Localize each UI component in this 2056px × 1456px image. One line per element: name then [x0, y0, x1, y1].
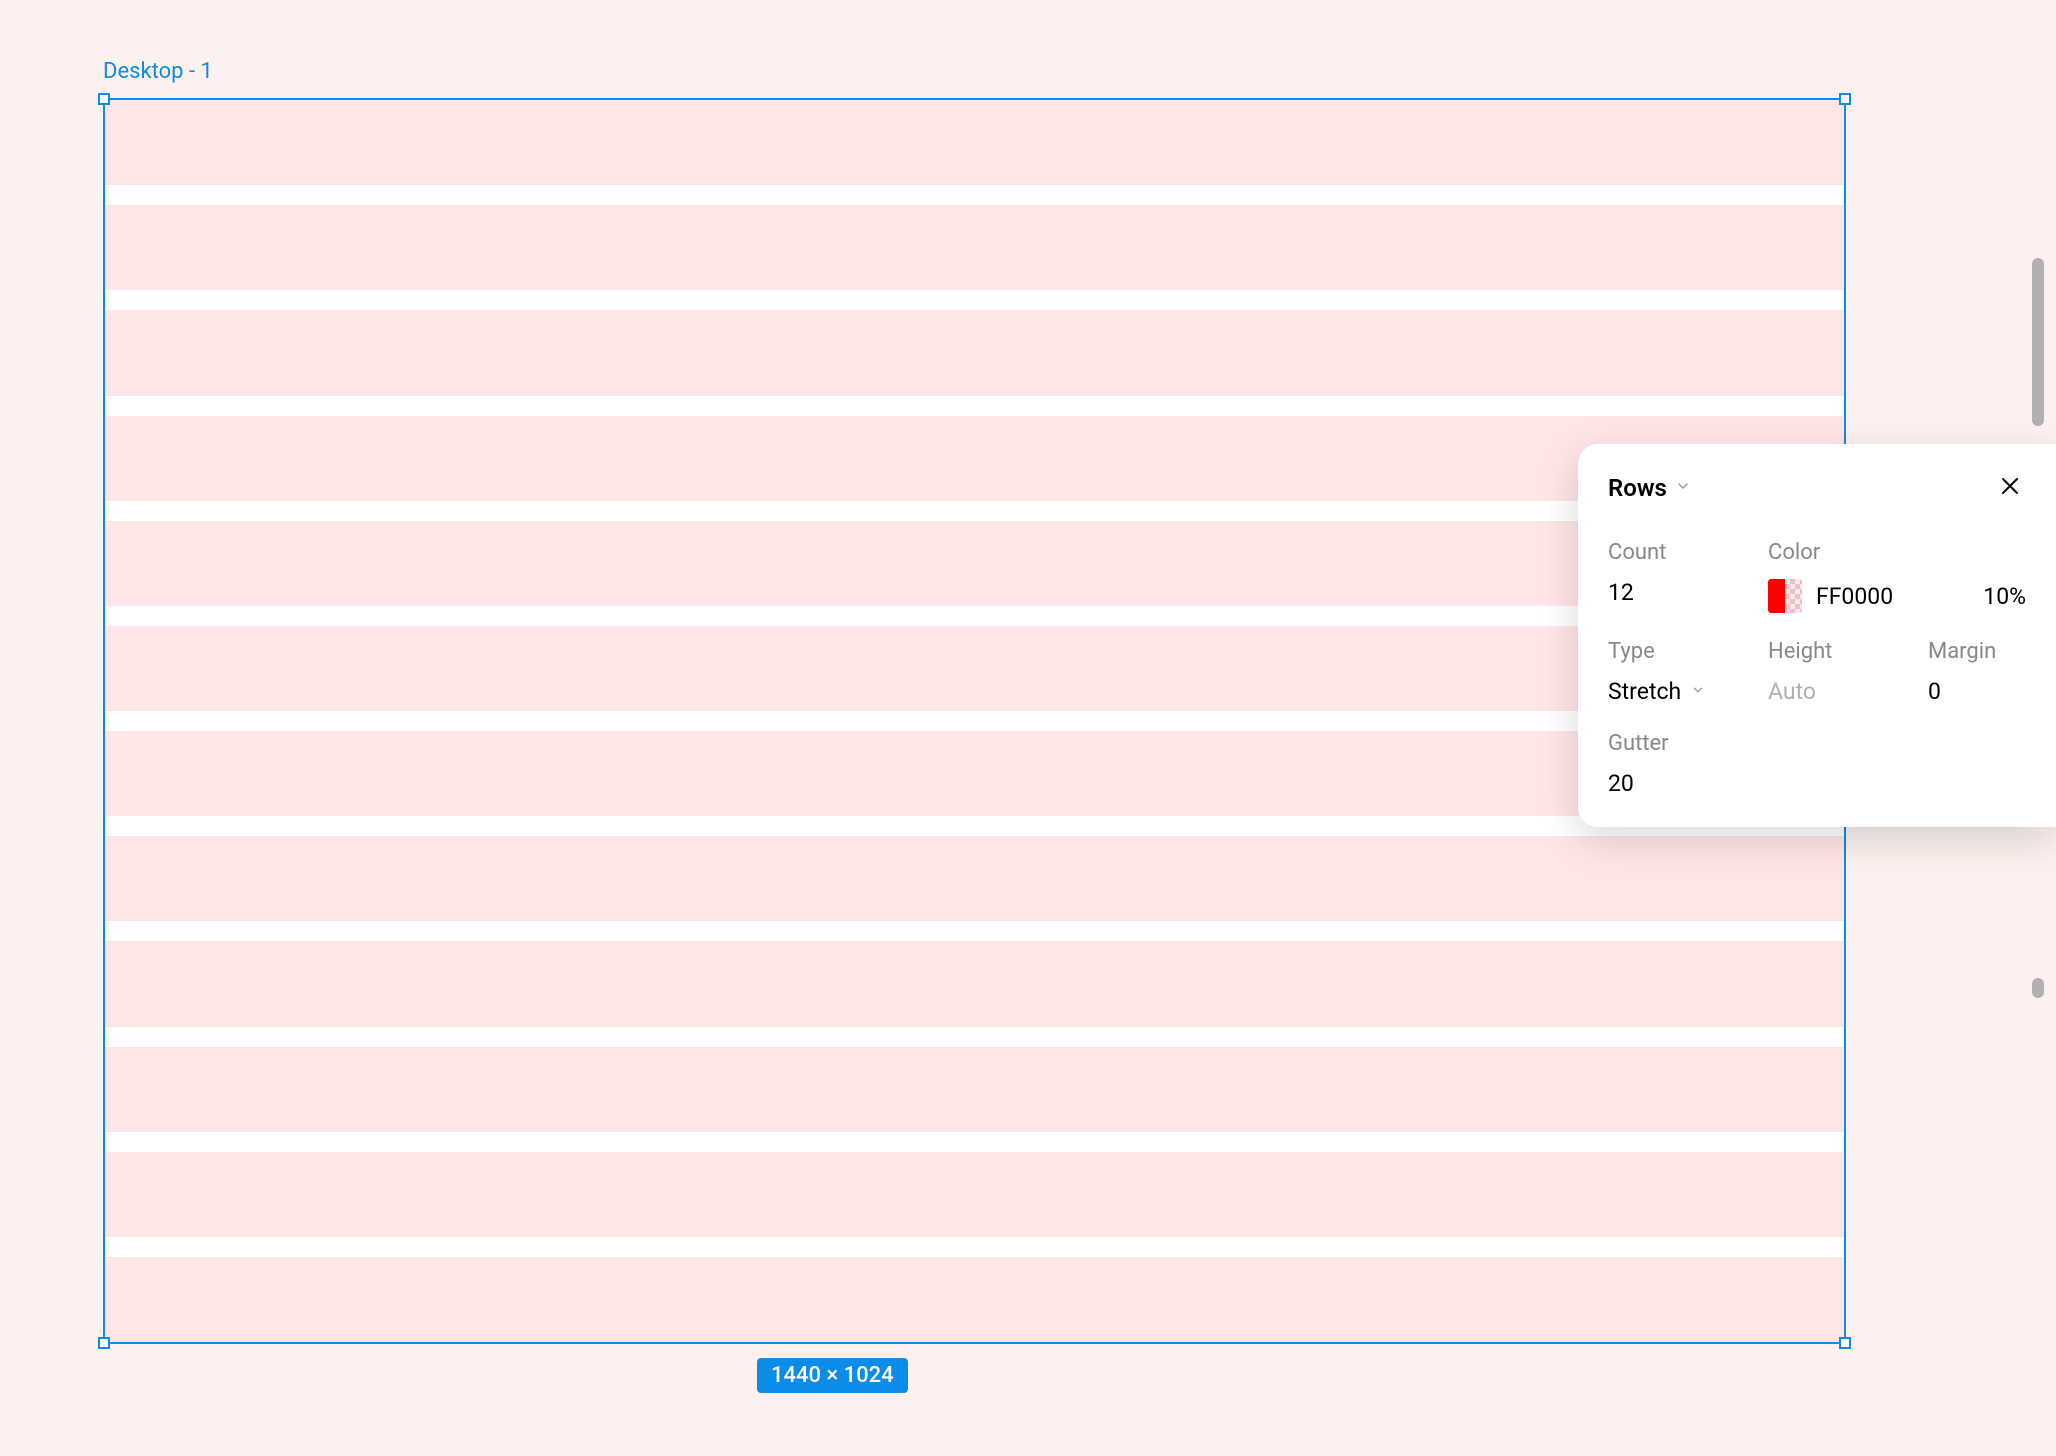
grid-row — [105, 1047, 1844, 1132]
layout-grid-panel: Rows Count Color — [1578, 444, 2056, 827]
color-hex-input[interactable]: FF0000 — [1816, 583, 1969, 610]
chevron-down-icon — [1691, 682, 1705, 701]
gutter-input[interactable]: 20 — [1608, 770, 2026, 797]
grid-gutter — [105, 290, 1844, 310]
grid-row — [105, 1152, 1844, 1237]
height-input: Auto — [1768, 678, 1928, 705]
grid-gutter — [105, 396, 1844, 416]
type-value: Stretch — [1608, 678, 1681, 705]
margin-input[interactable]: 0 — [1928, 678, 2026, 705]
color-opacity-input[interactable]: 10% — [1983, 583, 2026, 610]
grid-gutter — [105, 185, 1844, 205]
selection-handle-tl[interactable] — [98, 93, 110, 105]
selection-handle-br[interactable] — [1839, 1337, 1851, 1349]
grid-row — [105, 100, 1844, 185]
scrollbar-thumb[interactable] — [2032, 258, 2044, 426]
count-input[interactable]: 12 — [1608, 579, 1768, 613]
chevron-down-icon — [1675, 478, 1691, 498]
gutter-label: Gutter — [1608, 731, 2026, 756]
frame-label[interactable]: Desktop - 1 — [103, 59, 213, 84]
grid-gutter — [105, 921, 1844, 941]
dimensions-badge: 1440 × 1024 — [757, 1358, 908, 1393]
scrollbar-thumb-secondary[interactable] — [2032, 978, 2044, 998]
color-label: Color — [1768, 540, 2026, 565]
panel-body: Count Color 12 FF0000 10% Type Height Ma… — [1578, 528, 2056, 827]
close-icon — [1999, 475, 2021, 501]
selection-handle-bl[interactable] — [98, 1337, 110, 1349]
margin-label: Margin — [1928, 639, 2026, 664]
canvas-area[interactable]: Desktop - 1 — [0, 0, 2056, 1456]
grid-row — [105, 1257, 1844, 1342]
type-label: Type — [1608, 639, 1768, 664]
grid-gutter — [105, 1132, 1844, 1152]
color-swatch[interactable] — [1768, 579, 1802, 613]
panel-title: Rows — [1608, 474, 1667, 502]
grid-row — [105, 836, 1844, 921]
grid-row — [105, 941, 1844, 1026]
panel-title-dropdown[interactable]: Rows — [1608, 474, 1691, 502]
selection-handle-tr[interactable] — [1839, 93, 1851, 105]
panel-header: Rows — [1578, 444, 2056, 528]
type-select[interactable]: Stretch — [1608, 678, 1768, 705]
grid-gutter — [105, 1027, 1844, 1047]
color-swatch-alpha — [1785, 579, 1802, 613]
height-label: Height — [1768, 639, 1928, 664]
color-swatch-solid — [1768, 579, 1785, 613]
count-label: Count — [1608, 540, 1768, 565]
close-button[interactable] — [1994, 472, 2026, 504]
grid-row — [105, 205, 1844, 290]
grid-gutter — [105, 1237, 1844, 1257]
grid-row — [105, 310, 1844, 395]
